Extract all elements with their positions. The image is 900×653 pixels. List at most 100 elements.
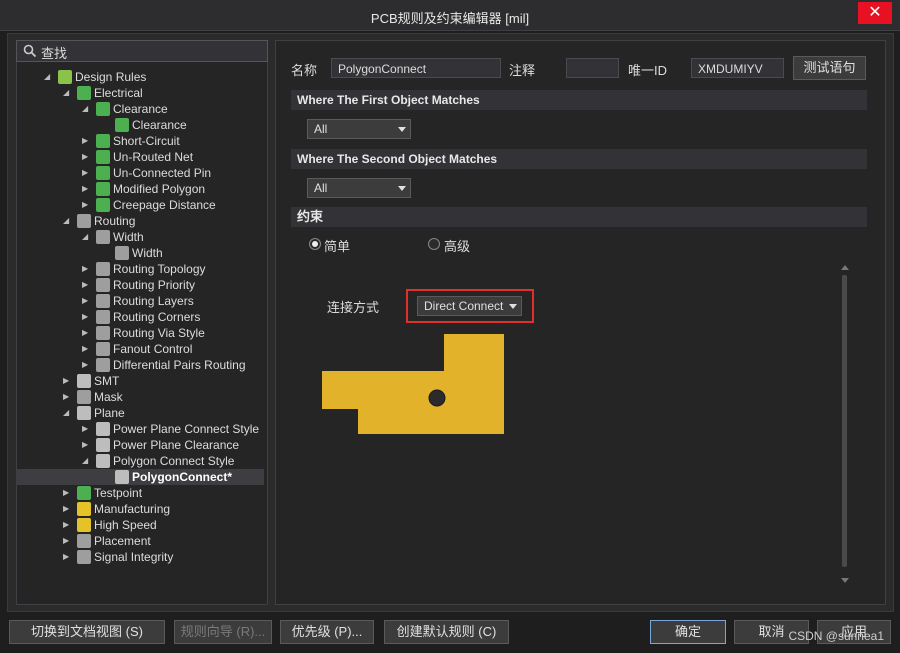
ok-button[interactable]: 确定 [650,620,726,644]
expanded-arrow-icon[interactable]: ◢ [82,101,90,117]
tree-item[interactable]: ▶ Routing Topology [16,261,264,277]
tree-item[interactable]: ◢ Polygon Connect Style [16,453,264,469]
rule-wizard-button[interactable]: 规则向导 (R)... [174,620,272,644]
tree-item[interactable]: Clearance [16,117,264,133]
collapsed-arrow-icon[interactable]: ▶ [82,309,90,325]
routing-icon [115,246,129,260]
collapsed-arrow-icon[interactable]: ▶ [63,517,71,533]
vertical-scrollbar[interactable] [839,263,851,585]
tree-item[interactable]: PolygonConnect* [16,469,264,485]
expanded-arrow-icon[interactable]: ◢ [63,85,71,101]
tree-item-label: Plane [94,406,125,420]
manufacturing-icon [77,502,91,516]
tree-item[interactable]: ▶ Creepage Distance [16,197,264,213]
collapsed-arrow-icon[interactable]: ▶ [82,165,90,181]
collapsed-arrow-icon[interactable]: ▶ [82,437,90,453]
collapsed-arrow-icon[interactable]: ▶ [63,485,71,501]
first-object-select[interactable]: All [307,119,411,139]
high-speed-icon [77,518,91,532]
collapsed-arrow-icon[interactable]: ▶ [63,501,71,517]
tree-item-label: Short-Circuit [113,134,180,148]
tree-item-label: Design Rules [75,70,147,84]
simple-radio[interactable] [309,238,321,250]
tree-item[interactable]: ▶ Routing Via Style [16,325,264,341]
collapsed-arrow-icon[interactable]: ▶ [82,421,90,437]
collapsed-arrow-icon[interactable]: ▶ [63,373,71,389]
tree-item-label: Power Plane Clearance [113,438,240,452]
tree-item-label: Un-Connected Pin [113,166,212,180]
tree-item-label: High Speed [94,518,157,532]
name-field[interactable]: PolygonConnect [331,58,501,78]
second-object-select[interactable]: All [307,178,411,198]
tree-item-label: Signal Integrity [94,550,174,564]
tree-item[interactable]: ◢ Width [16,229,264,245]
collapsed-arrow-icon[interactable]: ▶ [82,325,90,341]
tree-item[interactable]: ◢ Electrical [16,85,264,101]
pad-circle [428,389,446,407]
collapsed-arrow-icon[interactable]: ▶ [63,533,71,549]
tree-item-label: Power Plane Connect Style [113,422,260,436]
priorities-button[interactable]: 优先级 (P)... [280,620,374,644]
routing-icon [96,342,110,356]
tree-item[interactable]: ▶ Manufacturing [16,501,264,517]
tree-item[interactable]: ▶ Testpoint [16,485,264,501]
tree-item[interactable]: ▶ Fanout Control [16,341,264,357]
tree-item[interactable]: ▶ Routing Layers [16,293,264,309]
uid-label: 唯一ID [628,63,668,78]
tree-item-label: Electrical [94,86,143,100]
tree-item[interactable]: ▶ Mask [16,389,264,405]
tree-item[interactable]: ◢ Plane [16,405,264,421]
collapsed-arrow-icon[interactable]: ▶ [82,181,90,197]
test-query-button[interactable]: 测试语句 [793,56,866,80]
tree-item-label: Differential Pairs Routing [113,358,246,372]
close-button[interactable]: ✕ [858,2,892,24]
tree-item-label: Testpoint [94,486,143,500]
collapsed-arrow-icon[interactable]: ▶ [82,357,90,373]
rule-icon [96,150,110,164]
search-input[interactable]: 查找 [16,40,268,62]
tree-item[interactable]: ▶ High Speed [16,517,264,533]
collapsed-arrow-icon[interactable]: ▶ [63,389,71,405]
tree-item[interactable]: ▶ Routing Corners [16,309,264,325]
collapsed-arrow-icon[interactable]: ▶ [82,341,90,357]
collapsed-arrow-icon[interactable]: ▶ [82,277,90,293]
expanded-arrow-icon[interactable]: ◢ [82,229,90,245]
tree-item[interactable]: ▶ Placement [16,533,264,549]
tree-item-label: Clearance [132,118,187,132]
scroll-up-icon[interactable] [841,265,849,270]
collapsed-arrow-icon[interactable]: ▶ [63,549,71,565]
expanded-arrow-icon[interactable]: ◢ [44,69,52,85]
document-view-button[interactable]: 切换到文档视图 (S) [9,620,165,644]
tree-item[interactable]: ▶ Un-Routed Net [16,149,264,165]
collapsed-arrow-icon[interactable]: ▶ [82,149,90,165]
scroll-down-icon[interactable] [841,578,849,583]
routing-icon [96,310,110,324]
expanded-arrow-icon[interactable]: ◢ [63,213,71,229]
tree-item[interactable]: ▶ Signal Integrity [16,549,264,565]
tree-item[interactable]: ▶ Modified Polygon [16,181,264,197]
uid-field[interactable]: XMDUMIYV [691,58,784,78]
expanded-arrow-icon[interactable]: ◢ [63,405,71,421]
chevron-down-icon [398,186,406,191]
advanced-radio[interactable] [428,238,440,250]
tree-item[interactable]: ◢ Routing [16,213,264,229]
tree-item[interactable]: ▶ Power Plane Clearance [16,437,264,453]
tree-item[interactable]: ▶ Short-Circuit [16,133,264,149]
expanded-arrow-icon[interactable]: ◢ [82,453,90,469]
tree-item[interactable]: ▶ SMT [16,373,264,389]
tree-item-label: Routing [94,214,136,228]
tree-item[interactable]: Width [16,245,264,261]
tree-item[interactable]: ▶ Un-Connected Pin [16,165,264,181]
scroll-thumb[interactable] [842,275,847,567]
tree-item[interactable]: ◢ Clearance [16,101,264,117]
create-default-rules-button[interactable]: 创建默认规则 (C) [384,620,509,644]
collapsed-arrow-icon[interactable]: ▶ [82,133,90,149]
comment-field[interactable] [566,58,619,78]
tree-item[interactable]: ◢ Design Rules [16,69,264,85]
collapsed-arrow-icon[interactable]: ▶ [82,197,90,213]
tree-item[interactable]: ▶ Power Plane Connect Style [16,421,264,437]
collapsed-arrow-icon[interactable]: ▶ [82,293,90,309]
tree-item[interactable]: ▶ Routing Priority [16,277,264,293]
collapsed-arrow-icon[interactable]: ▶ [82,261,90,277]
tree-item[interactable]: ▶ Differential Pairs Routing [16,357,264,373]
